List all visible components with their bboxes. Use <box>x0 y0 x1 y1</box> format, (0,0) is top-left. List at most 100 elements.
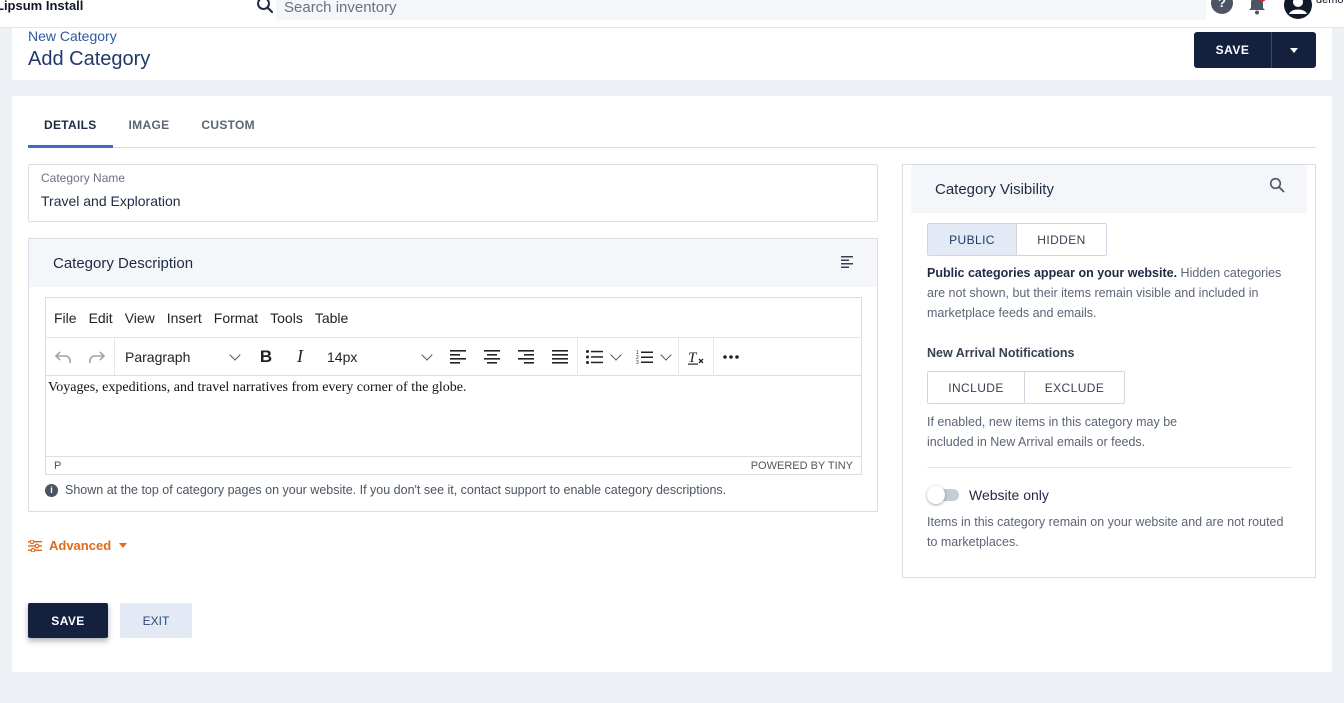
hidden-option[interactable]: HIDDEN <box>1016 224 1106 255</box>
advanced-toggle[interactable]: Advanced <box>28 538 128 553</box>
more-horizontal-icon <box>723 354 739 359</box>
save-button[interactable]: SAVE <box>28 603 108 638</box>
new-arrival-title: New Arrival Notifications <box>927 346 1075 360</box>
bold-icon: B <box>259 346 273 366</box>
bottom-strip <box>0 690 1344 703</box>
block-format-value: Paragraph <box>125 348 191 365</box>
visibility-title: Category Visibility <box>935 181 1054 198</box>
svg-text:T: T <box>688 350 698 365</box>
caret-down-icon <box>119 543 128 548</box>
sliders-icon <box>28 539 42 552</box>
app-name[interactable]: Lipsum Install <box>0 0 83 13</box>
tab-custom[interactable]: CUSTOM <box>185 112 271 148</box>
chevron-down-icon <box>229 348 241 361</box>
clear-formatting-button[interactable]: T <box>679 338 713 376</box>
top-bar: Lipsum Install ? demo <box>0 0 1344 28</box>
search-icon[interactable] <box>1269 177 1285 193</box>
font-size-select[interactable]: 14px <box>317 338 441 376</box>
user-name[interactable]: demo <box>1316 0 1344 6</box>
chevron-down-icon <box>610 348 622 361</box>
website-only-toggle[interactable] <box>927 486 959 504</box>
align-center-icon <box>484 349 500 364</box>
redo-icon <box>89 350 106 363</box>
visibility-description-bold: Public categories appear on your website… <box>927 266 1178 280</box>
save-options-dropdown[interactable] <box>1272 32 1316 68</box>
website-only-label: Website only <box>969 487 1049 503</box>
undo-button[interactable] <box>46 338 80 376</box>
website-only-description: Items in this category remain on your we… <box>927 515 1284 549</box>
notification-bell-icon[interactable] <box>1246 0 1268 16</box>
exit-button[interactable]: EXIT <box>120 603 192 638</box>
font-size-value: 14px <box>327 348 358 365</box>
category-name-field[interactable]: Category Name <box>28 164 878 222</box>
caret-down-icon <box>1290 47 1298 53</box>
undo-icon <box>54 350 71 363</box>
category-description-panel: Category Description File Edit View Inse… <box>28 238 878 512</box>
page-title: Add Category <box>28 48 151 70</box>
redo-button[interactable] <box>80 338 114 376</box>
menu-format[interactable]: Format <box>214 310 258 326</box>
menu-tools[interactable]: Tools <box>270 310 303 326</box>
numbered-list-icon: 1 2 3 <box>636 350 653 365</box>
new-arrival-description: If enabled, new items in this category m… <box>927 415 1178 449</box>
editor-toolbar: Paragraph B I 14px 1 2 3 T <box>46 337 861 376</box>
visibility-header: Category Visibility <box>911 165 1307 213</box>
info-icon: i <box>45 483 58 497</box>
description-hint-text: Shown at the top of category pages on yo… <box>65 483 727 497</box>
menu-view[interactable]: View <box>125 310 155 326</box>
italic-button[interactable]: I <box>283 338 317 376</box>
tab-details[interactable]: DETAILS <box>28 112 113 148</box>
align-left-icon <box>450 349 466 364</box>
main-card: DETAILS IMAGE CUSTOM Category Name Categ… <box>12 96 1332 672</box>
exclude-option[interactable]: EXCLUDE <box>1024 372 1124 403</box>
element-path[interactable]: P <box>54 460 61 472</box>
clear-formatting-icon: T <box>688 350 704 365</box>
tab-image[interactable]: IMAGE <box>113 112 186 148</box>
align-right-icon <box>518 349 534 364</box>
advanced-label: Advanced <box>49 538 112 553</box>
bullet-list-button[interactable] <box>578 338 628 376</box>
visibility-description: Public categories appear on your website… <box>927 263 1287 323</box>
menu-edit[interactable]: Edit <box>89 310 113 326</box>
rich-text-editor: File Edit View Insert Format Tools Table <box>45 297 862 475</box>
save-split-button: SAVE <box>1194 32 1316 68</box>
description-header: Category Description <box>29 239 877 287</box>
visibility-toggle-group: PUBLIC HIDDEN <box>927 223 1107 256</box>
search-input[interactable] <box>276 0 1206 20</box>
italic-icon: I <box>297 346 303 366</box>
text-align-left-icon[interactable] <box>841 255 855 269</box>
align-left-button[interactable] <box>441 338 475 376</box>
menu-insert[interactable]: Insert <box>167 310 202 326</box>
avatar-icon[interactable] <box>1283 0 1313 20</box>
editor-menubar: File Edit View Insert Format Tools Table <box>46 298 861 338</box>
numbered-list-button[interactable]: 1 2 3 <box>628 338 678 376</box>
search-icon <box>257 0 274 14</box>
align-right-button[interactable] <box>509 338 543 376</box>
chevron-down-icon <box>660 348 672 361</box>
new-arrival-toggle-group: INCLUDE EXCLUDE <box>927 371 1125 404</box>
svg-text:3: 3 <box>636 360 639 365</box>
include-option[interactable]: INCLUDE <box>928 372 1024 403</box>
block-format-select[interactable]: Paragraph <box>115 338 249 376</box>
category-name-input[interactable] <box>41 193 841 209</box>
align-justify-icon <box>552 349 568 364</box>
more-options-button[interactable] <box>714 338 748 376</box>
justify-button[interactable] <box>543 338 577 376</box>
page-header: New Category Add Category SAVE <box>12 28 1332 80</box>
toggle-knob <box>927 486 945 504</box>
header-save-button[interactable]: SAVE <box>1194 32 1272 68</box>
breadcrumb[interactable]: New Category <box>28 28 117 44</box>
editor-content-area[interactable]: Voyages, expeditions, and travel narrati… <box>46 376 861 456</box>
powered-by-tiny[interactable]: POWERED BY TINY <box>751 460 853 472</box>
category-visibility-panel: Category Visibility PUBLIC HIDDEN Public… <box>902 164 1316 578</box>
editor-statusbar: P POWERED BY TINY <box>46 456 861 474</box>
category-name-label: Category Name <box>41 171 126 185</box>
menu-file[interactable]: File <box>54 310 77 326</box>
description-hint: i Shown at the top of category pages on … <box>45 483 726 497</box>
menu-table[interactable]: Table <box>315 310 348 326</box>
align-center-button[interactable] <box>475 338 509 376</box>
tab-bar: DETAILS IMAGE CUSTOM <box>28 112 1316 148</box>
public-option[interactable]: PUBLIC <box>928 224 1016 255</box>
bold-button[interactable]: B <box>249 338 283 376</box>
help-icon[interactable]: ? <box>1211 0 1233 14</box>
